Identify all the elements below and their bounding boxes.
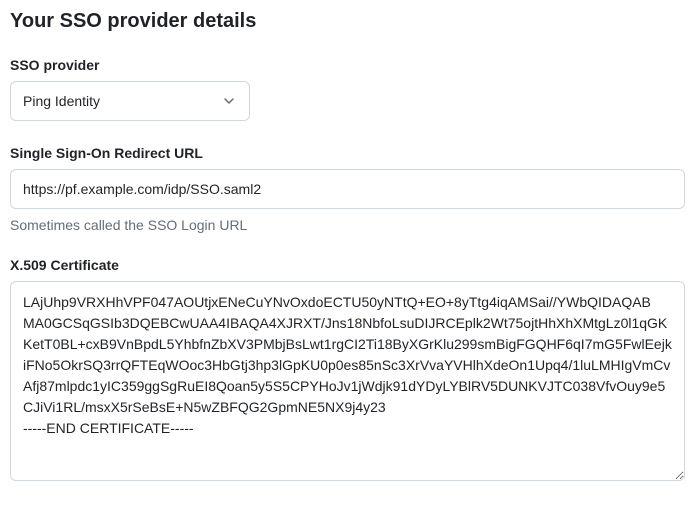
sso-provider-selected-value: Ping Identity (23, 93, 100, 109)
sso-provider-label: SSO provider (10, 57, 685, 73)
certificate-textarea[interactable]: LAjUhp9VRXHhVPF047AOUtjxENeCuYNvOxdoECTU… (10, 281, 685, 481)
redirect-url-helper: Sometimes called the SSO Login URL (10, 217, 685, 233)
sso-provider-select[interactable]: Ping Identity (10, 81, 250, 121)
redirect-url-input[interactable] (10, 169, 685, 209)
sso-provider-select-wrap: Ping Identity (10, 81, 250, 121)
page-title: Your SSO provider details (10, 10, 685, 33)
chevron-down-icon (221, 93, 237, 109)
certificate-field: X.509 Certificate LAjUhp9VRXHhVPF047AOUt… (10, 257, 685, 486)
certificate-textarea-wrap: LAjUhp9VRXHhVPF047AOUtjxENeCuYNvOxdoECTU… (10, 281, 685, 486)
redirect-url-label: Single Sign-On Redirect URL (10, 145, 685, 161)
redirect-url-field: Single Sign-On Redirect URL Sometimes ca… (10, 145, 685, 233)
certificate-label: X.509 Certificate (10, 257, 685, 273)
sso-provider-field: SSO provider Ping Identity (10, 57, 685, 121)
